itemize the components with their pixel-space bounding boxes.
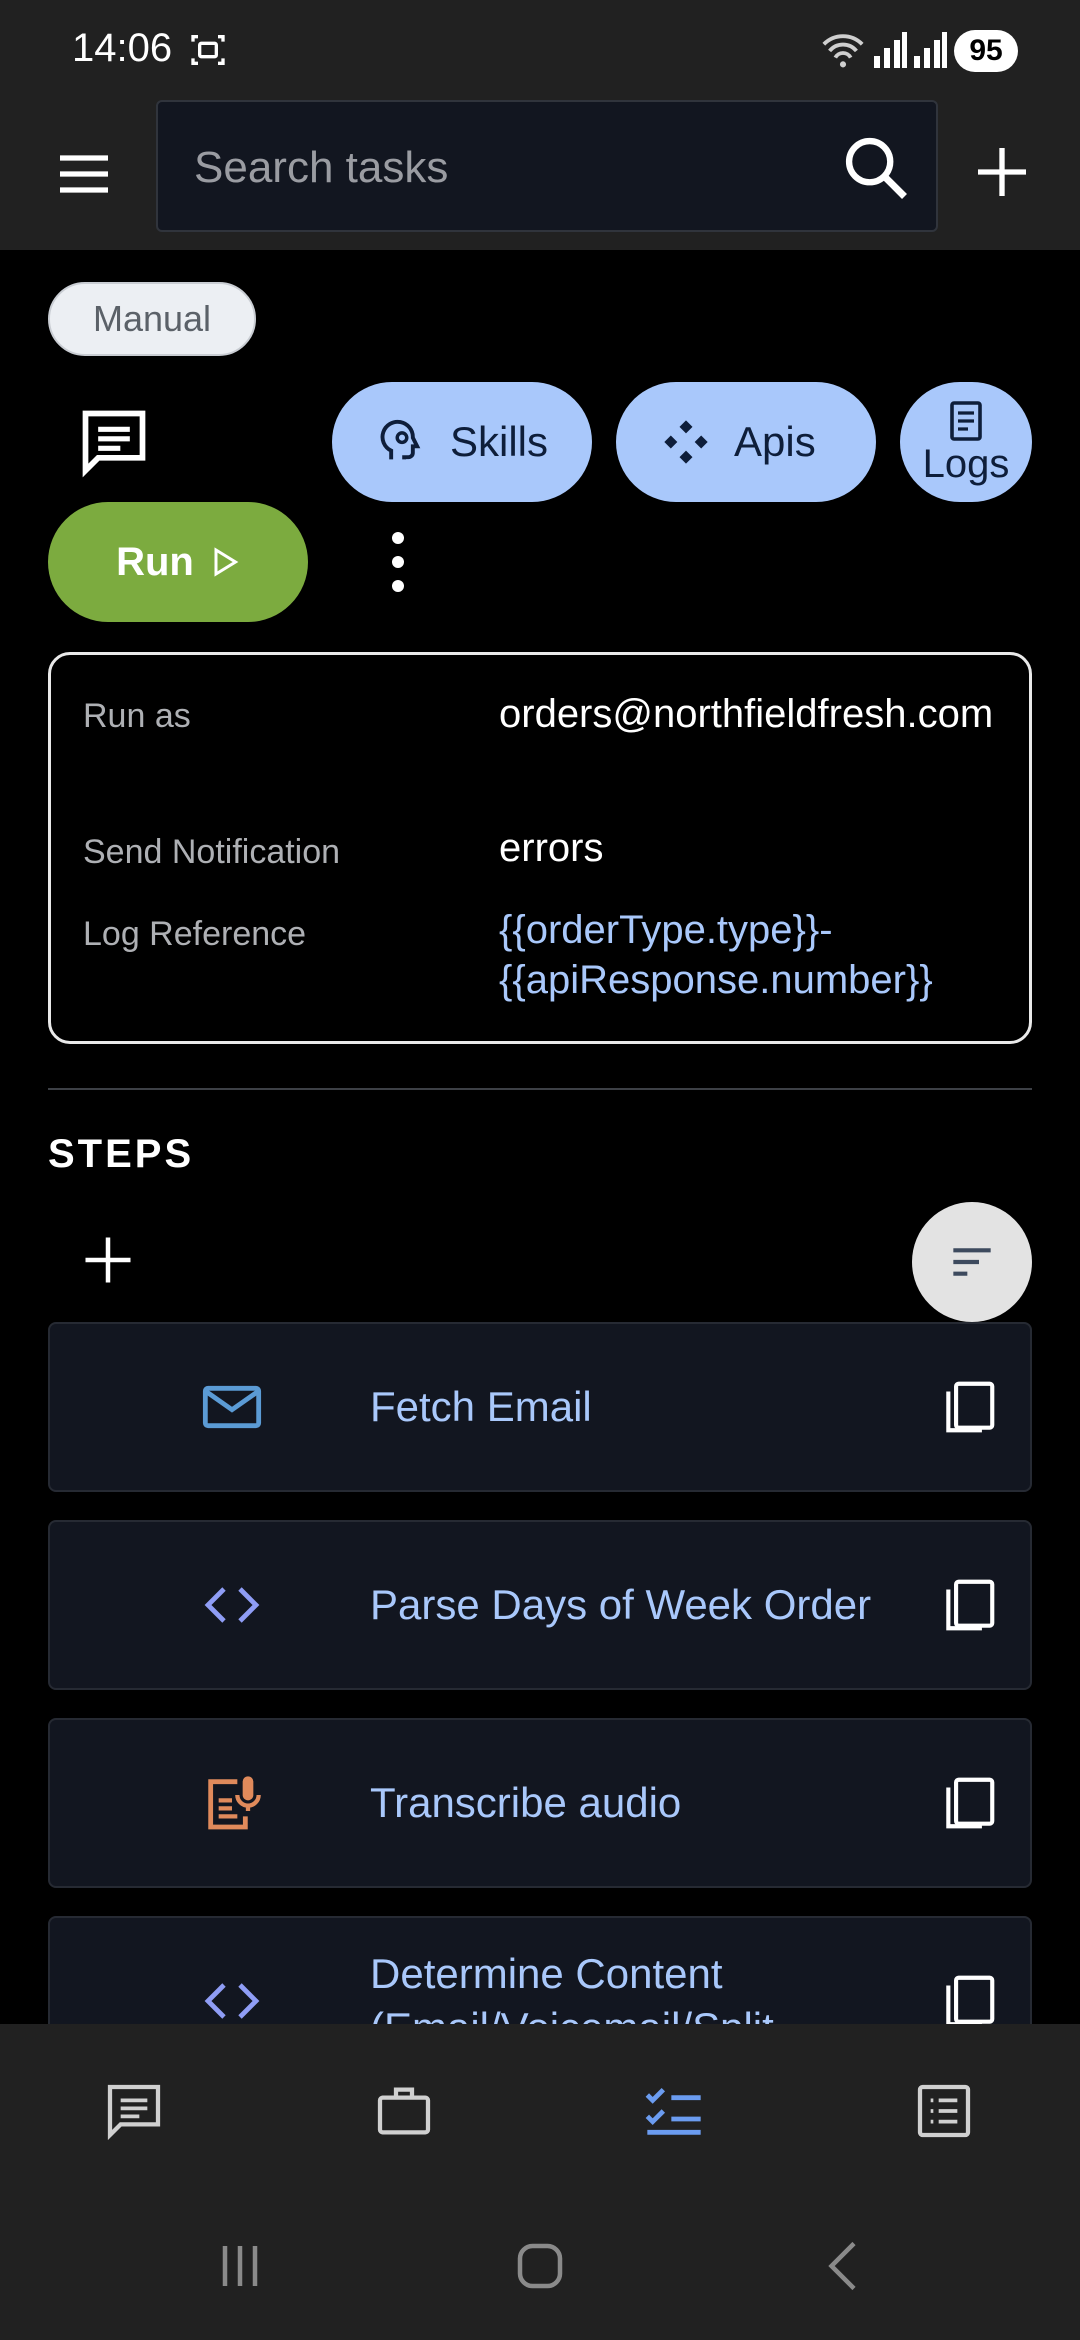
step-label: Transcribe audio <box>370 1779 682 1826</box>
copy-icon[interactable] <box>938 1574 1000 1636</box>
run-as-label: Run as <box>83 697 191 735</box>
send-notification-value: errors <box>499 826 604 870</box>
voice-doc-icon <box>208 1776 261 1830</box>
search-input[interactable] <box>194 138 794 198</box>
add-step-icon[interactable] <box>78 1230 138 1290</box>
briefcase-icon[interactable] <box>372 2079 436 2143</box>
skills-label: Skills <box>450 418 549 465</box>
copy-icon[interactable] <box>938 1772 1000 1834</box>
bottom-navigation <box>0 2024 1080 2198</box>
play-icon <box>214 547 239 577</box>
screenshot-icon <box>191 35 225 65</box>
status-bar: 14:06 95 <box>0 0 1080 100</box>
step-item[interactable]: Parse Days of Week Order <box>48 1520 1032 1690</box>
logs-label: Logs <box>922 442 1010 486</box>
sort-button[interactable] <box>912 1202 1032 1322</box>
apis-label: Apis <box>734 418 816 465</box>
apis-icon <box>664 420 708 464</box>
run-as-value: orders@northfieldfresh.com <box>499 692 994 736</box>
step-label: Parse Days of Week Order <box>370 1581 872 1628</box>
chat-icon[interactable] <box>76 404 152 480</box>
section-divider <box>48 1088 1032 1090</box>
sort-icon <box>953 1248 991 1276</box>
step-label: Fetch Email <box>370 1383 592 1430</box>
tasks-icon[interactable] <box>642 2079 706 2143</box>
status-time: 14:06 <box>72 26 173 70</box>
step-item[interactable]: Fetch Email <box>48 1322 1032 1492</box>
battery-indicator: 95 <box>954 30 1018 72</box>
more-options-icon[interactable] <box>380 526 416 598</box>
logs-button[interactable]: Logs <box>900 382 1032 502</box>
log-reference-value[interactable]: {{orderType.type}}-{{apiResponse.number}… <box>499 905 979 1005</box>
task-info-card: Run as orders@northfieldfresh.com Send N… <box>48 652 1032 1044</box>
run-button[interactable]: Run <box>48 502 308 622</box>
run-label: Run <box>116 539 194 584</box>
search-box <box>156 100 938 232</box>
system-navigation <box>0 2198 1080 2340</box>
back-icon[interactable] <box>814 2236 874 2296</box>
log-reference-label: Log Reference <box>83 915 307 953</box>
steps-title: STEPS <box>48 1132 195 1176</box>
home-icon[interactable] <box>510 2236 570 2296</box>
copy-icon[interactable] <box>938 1970 1000 2032</box>
wifi-icon <box>822 34 864 68</box>
search-icon[interactable] <box>838 130 914 206</box>
skills-icon <box>380 419 421 460</box>
step-item[interactable]: Transcribe audio <box>48 1718 1032 1888</box>
menu-icon[interactable] <box>52 142 116 206</box>
chat-nav-icon[interactable] <box>102 2079 166 2143</box>
recent-apps-icon[interactable] <box>210 2236 270 2296</box>
top-app-bar <box>0 100 1080 250</box>
send-notification-label: Send Notification <box>83 833 341 871</box>
code-icon <box>204 1587 260 1623</box>
signal-icon-2 <box>914 32 947 68</box>
add-icon[interactable] <box>970 140 1034 204</box>
mail-icon <box>202 1385 262 1429</box>
logs-icon <box>950 401 982 441</box>
signal-icon <box>874 32 907 68</box>
mode-chip[interactable]: Manual <box>48 282 256 356</box>
copy-icon[interactable] <box>938 1376 1000 1438</box>
apis-button[interactable]: Apis <box>616 382 876 502</box>
skills-button[interactable]: Skills <box>332 382 592 502</box>
list-icon[interactable] <box>912 2079 976 2143</box>
